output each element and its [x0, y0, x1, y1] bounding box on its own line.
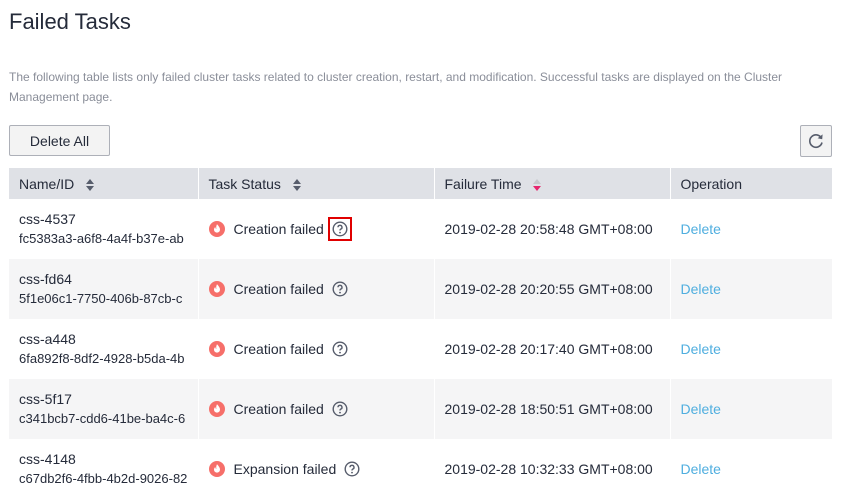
- status-text: Creation failed: [233, 221, 324, 237]
- help-icon-highlight[interactable]: [327, 217, 352, 241]
- failed-tasks-table: Name/ID Task Status Failure Time Operati…: [9, 168, 832, 499]
- cluster-name: css-4537: [19, 211, 76, 227]
- status-text: Creation failed: [233, 341, 324, 357]
- question-icon: [332, 281, 348, 297]
- cell-operation: Delete: [670, 259, 832, 319]
- cell-name-id: css-5f17 c341bcb7-cdd6-41be-ba4c-6: [9, 379, 199, 439]
- cluster-id: fc5383a3-a6f8-4a4f-b37e-ab: [19, 231, 184, 246]
- question-icon: [332, 221, 348, 237]
- help-icon-button[interactable]: [340, 457, 364, 481]
- delete-link[interactable]: Delete: [681, 341, 721, 357]
- table-row: css-5f17 c341bcb7-cdd6-41be-ba4c-6 Creat…: [9, 379, 832, 439]
- failure-flame-icon: [208, 401, 225, 417]
- table-row: css-fd64 5f1e06c1-7750-406b-87cb-c Creat…: [9, 259, 832, 319]
- cluster-id: 6fa892f8-8df2-4928-b5da-4b: [19, 351, 185, 366]
- help-icon-button[interactable]: [328, 277, 352, 301]
- column-header-label: Name/ID: [19, 175, 75, 192]
- column-header-label: Operation: [680, 175, 742, 192]
- status-text: Creation failed: [233, 281, 324, 297]
- cell-operation: Delete: [670, 379, 832, 439]
- help-icon-button[interactable]: [328, 397, 352, 421]
- question-icon: [332, 341, 348, 357]
- cell-operation: Delete: [670, 319, 832, 379]
- cell-name-id: css-4148 c67db2f6-4fbb-4b2d-9026-82: [9, 439, 199, 499]
- table-row: css-4537 fc5383a3-a6f8-4a4f-b37e-ab Crea…: [9, 199, 832, 259]
- cluster-name: css-4148: [19, 451, 76, 467]
- cluster-id: c341bcb7-cdd6-41be-ba4c-6: [19, 411, 186, 426]
- delete-link[interactable]: Delete: [681, 401, 721, 417]
- cell-task-status: Creation failed: [198, 379, 435, 439]
- cell-failure-time: 2019-02-28 20:58:48 GMT+08:00: [434, 199, 671, 259]
- cluster-name: css-fd64: [19, 271, 72, 287]
- question-icon: [332, 401, 348, 417]
- delete-link[interactable]: Delete: [681, 461, 721, 477]
- table-header-row: Name/ID Task Status Failure Time Operati…: [9, 168, 832, 199]
- cluster-id: c67db2f6-4fbb-4b2d-9026-82: [19, 471, 188, 486]
- cluster-name: css-a448: [19, 331, 76, 347]
- table-row: css-a448 6fa892f8-8df2-4928-b5da-4b Crea…: [9, 319, 832, 379]
- table-row: css-4148 c67db2f6-4fbb-4b2d-9026-82 Expa…: [9, 439, 832, 499]
- sort-icon[interactable]: [86, 178, 95, 191]
- column-header-task-status[interactable]: Task Status: [198, 168, 435, 199]
- sort-descending-icon[interactable]: [533, 178, 542, 191]
- delete-link[interactable]: Delete: [681, 221, 721, 237]
- column-header-failure-time[interactable]: Failure Time: [434, 168, 671, 199]
- cell-name-id: css-fd64 5f1e06c1-7750-406b-87cb-c: [9, 259, 199, 319]
- help-icon-button[interactable]: [328, 337, 352, 361]
- cell-name-id: css-a448 6fa892f8-8df2-4928-b5da-4b: [9, 319, 199, 379]
- failure-flame-icon: [208, 341, 225, 357]
- page-description: The following table lists only failed cl…: [9, 70, 783, 104]
- column-header-label: Task Status: [208, 175, 281, 192]
- delete-all-button[interactable]: Delete All: [9, 125, 110, 156]
- status-text: Expansion failed: [233, 461, 337, 477]
- cell-task-status: Creation failed: [198, 199, 435, 259]
- cluster-id: 5f1e06c1-7750-406b-87cb-c: [19, 291, 183, 306]
- refresh-button[interactable]: [800, 125, 832, 157]
- refresh-icon: [808, 134, 823, 149]
- failure-flame-icon: [208, 221, 225, 237]
- cell-task-status: Creation failed: [198, 259, 435, 319]
- column-header-label: Failure Time: [444, 175, 522, 192]
- delete-link[interactable]: Delete: [681, 281, 721, 297]
- cell-task-status: Expansion failed: [198, 439, 435, 499]
- cell-task-status: Creation failed: [198, 319, 435, 379]
- page-title: Failed Tasks: [9, 9, 131, 34]
- cell-failure-time: 2019-02-28 18:50:51 GMT+08:00: [434, 379, 671, 439]
- failure-flame-icon: [208, 461, 225, 477]
- cell-operation: Delete: [670, 199, 832, 259]
- cell-name-id: css-4537 fc5383a3-a6f8-4a4f-b37e-ab: [9, 199, 199, 259]
- question-icon: [344, 461, 360, 477]
- status-text: Creation failed: [233, 401, 324, 417]
- cluster-name: css-5f17: [19, 391, 72, 407]
- cell-failure-time: 2019-02-28 20:20:55 GMT+08:00: [434, 259, 671, 319]
- sort-icon[interactable]: [292, 178, 301, 191]
- failure-flame-icon: [208, 281, 225, 297]
- cell-failure-time: 2019-02-28 10:32:33 GMT+08:00: [434, 439, 671, 499]
- cell-failure-time: 2019-02-28 20:17:40 GMT+08:00: [434, 319, 671, 379]
- column-header-name-id[interactable]: Name/ID: [9, 168, 199, 199]
- cell-operation: Delete: [670, 439, 832, 499]
- column-header-operation: Operation: [670, 168, 832, 199]
